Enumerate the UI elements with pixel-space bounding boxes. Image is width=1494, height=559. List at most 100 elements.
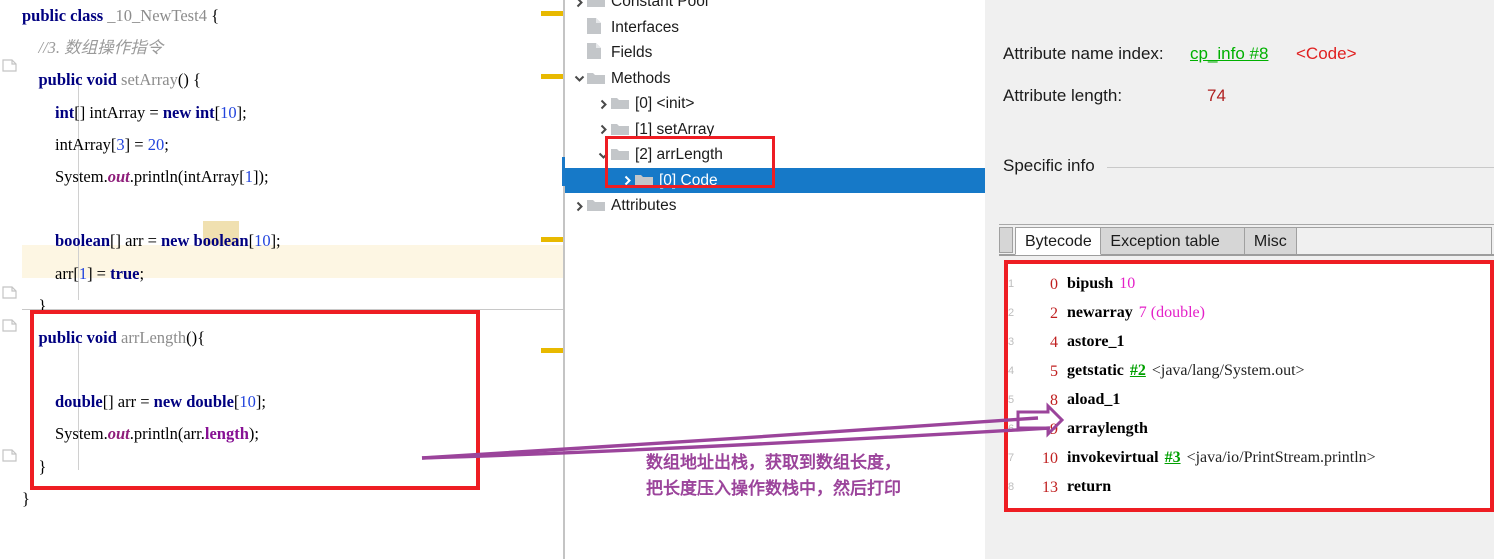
tree-item-label: [2] arrLength — [635, 146, 723, 163]
tabstrip-filler — [1296, 227, 1492, 255]
bytecode-instruction[interactable]: 2 2 newarray 7 (double) — [1008, 298, 1490, 327]
tree-item-fields[interactable]: Fields — [565, 40, 985, 66]
fold-marker-icon[interactable] — [2, 285, 17, 300]
detail-tabstrip[interactable]: Bytecode Exception table Misc — [999, 224, 1494, 256]
folder-icon — [587, 195, 605, 211]
file-icon — [587, 17, 605, 34]
bytecode-instruction[interactable]: 4 5 getstatic #2 <java/lang/System.out> — [1008, 356, 1490, 385]
bytecode-constant-ref[interactable]: #3 — [1165, 449, 1181, 466]
tab-label: Exception table — [1110, 233, 1220, 250]
code-line[interactable]: arr[1] = true; — [22, 258, 565, 290]
bytecode-operand: 7 (double) — [1138, 304, 1205, 321]
tree-item-label: Methods — [611, 69, 671, 87]
change-marker[interactable] — [541, 74, 563, 79]
code-token: 3 — [116, 134, 125, 154]
code-token: _10_NewTest4 — [107, 6, 207, 25]
code-token: void — [86, 70, 117, 90]
code-editor-pane[interactable]: public class _10_NewTest4 { //3. 数组操作指令 … — [0, 0, 565, 559]
code-line[interactable]: boolean[] arr = new boolean[10]; — [22, 225, 565, 257]
code-token: ]; — [270, 231, 281, 251]
code-token: 1 — [244, 166, 253, 186]
bytecode-line-number: 3 — [1008, 335, 1015, 348]
code-token: new — [161, 231, 190, 251]
code-token: .println(intArray[ — [129, 166, 245, 186]
code-token: 20 — [147, 134, 165, 154]
bytecode-line-number: 8 — [1008, 480, 1015, 493]
bytecode-opcode: bipush — [1067, 275, 1114, 292]
code-line[interactable]: public class _10_NewTest4 { — [22, 0, 565, 32]
chevron-right-icon[interactable] — [619, 168, 635, 194]
bytecode-opcode: invokevirtual — [1067, 449, 1159, 466]
code-line[interactable]: public void setArray() { — [22, 64, 565, 96]
annotation-line-2: 把长度压入操作数栈中，然后打印 — [646, 479, 901, 499]
screenshot-root: public class _10_NewTest4 { //3. 数组操作指令 … — [0, 0, 1494, 559]
tree-item-label: Attributes — [611, 197, 677, 214]
bytecode-panel[interactable]: 1 0 bipush 10 2 2 newarray 7 (double) 3 4 astore_1… — [1004, 260, 1494, 512]
bytecode-instruction[interactable]: 3 4 astore_1 — [1008, 327, 1490, 356]
bytecode-instruction[interactable]: 6 9 arraylength — [1008, 414, 1490, 443]
chevron-right-icon[interactable] — [595, 117, 611, 143]
code-token: ; — [139, 263, 145, 283]
bytecode-opcode: newarray — [1067, 304, 1133, 321]
code-line[interactable]: System.out.println(intArray[1]); — [22, 161, 565, 193]
tab-exception-table[interactable]: Exception table — [1100, 227, 1245, 255]
folder-icon — [611, 119, 629, 135]
tab-label: Misc — [1253, 233, 1287, 250]
bytecode-instruction[interactable]: 5 8 aload_1 — [1008, 385, 1490, 414]
bytecode-opcode: getstatic — [1067, 362, 1124, 379]
tab-bytecode[interactable]: Bytecode — [1015, 227, 1102, 255]
bytecode-opcode: arraylength — [1067, 420, 1148, 437]
tree-item-label: Interfaces — [611, 18, 680, 36]
code-line[interactable] — [22, 193, 565, 225]
attribute-name-index-link[interactable]: cp_info #8 — [1190, 44, 1268, 64]
editor-gutter[interactable] — [0, 0, 22, 559]
folder-icon — [587, 68, 605, 84]
tree-rows[interactable]: Constant Pool Interfaces Fields Methods [0] … — [565, 0, 985, 219]
tree-item-attributes[interactable]: Attributes — [565, 193, 985, 219]
tree-item-interfaces[interactable]: Interfaces — [565, 15, 985, 41]
fold-marker-icon[interactable] — [2, 318, 17, 333]
tree-item-0-init[interactable]: [0] <init> — [565, 91, 985, 117]
bytecode-offset: 9 — [1050, 420, 1058, 438]
fold-marker-icon[interactable] — [2, 58, 17, 73]
change-marker[interactable] — [541, 348, 563, 353]
tree-item-0-code[interactable]: [0] Code — [565, 167, 985, 194]
code-token: 1 — [78, 263, 88, 283]
bytecode-opcode: return — [1067, 478, 1112, 495]
bytecode-constant-ref[interactable]: #2 — [1130, 362, 1146, 379]
tab-misc[interactable]: Misc — [1243, 227, 1298, 255]
fold-marker-icon[interactable] — [2, 448, 17, 463]
code-line[interactable]: //3. 数组操作指令 — [22, 32, 565, 64]
code-token: ] = — [124, 134, 148, 154]
tree-item-1-setarray[interactable]: [1] setArray — [565, 117, 985, 143]
code-line[interactable]: int[] intArray = new int[10]; — [22, 97, 565, 129]
change-marker[interactable] — [541, 237, 563, 242]
bytecode-instruction[interactable]: 1 0 bipush 10 — [1008, 269, 1490, 298]
change-marker[interactable] — [541, 11, 563, 16]
bytecode-line-number: 4 — [1008, 364, 1015, 377]
code-token: boolean — [193, 231, 249, 251]
code-token: public — [38, 70, 83, 90]
chevron-right-icon[interactable] — [571, 0, 587, 15]
chevron-right-icon[interactable] — [595, 91, 611, 117]
folder-icon — [611, 144, 629, 160]
tree-item-constant-pool[interactable]: Constant Pool — [565, 0, 985, 15]
code-token: [] intArray = — [74, 102, 163, 122]
tree-item-2-arrlength[interactable]: [2] arrLength — [565, 142, 985, 168]
bytecode-list[interactable]: 1 0 bipush 10 2 2 newarray 7 (double) 3 4 astore_1… — [1008, 269, 1490, 501]
code-token: int — [55, 102, 75, 122]
chevron-down-icon[interactable] — [595, 142, 611, 168]
chevron-right-icon[interactable] — [571, 193, 587, 219]
chevron-down-icon[interactable] — [571, 66, 587, 92]
tab-label: Bytecode — [1025, 233, 1092, 250]
tree-item-methods[interactable]: Methods — [565, 66, 985, 92]
code-token: { — [206, 6, 219, 25]
bytecode-line-number: 6 — [1008, 422, 1015, 435]
code-token: boolean — [55, 231, 111, 251]
tab-scroll-nub[interactable] — [999, 227, 1013, 253]
code-line[interactable]: intArray[3] = 20; — [22, 129, 565, 161]
bytecode-instruction[interactable]: 7 10 invokevirtual #3 <java/io/PrintStream.p… — [1008, 443, 1490, 472]
bytecode-offset: 8 — [1050, 391, 1058, 409]
bytecode-instruction[interactable]: 8 13 return — [1008, 472, 1490, 501]
